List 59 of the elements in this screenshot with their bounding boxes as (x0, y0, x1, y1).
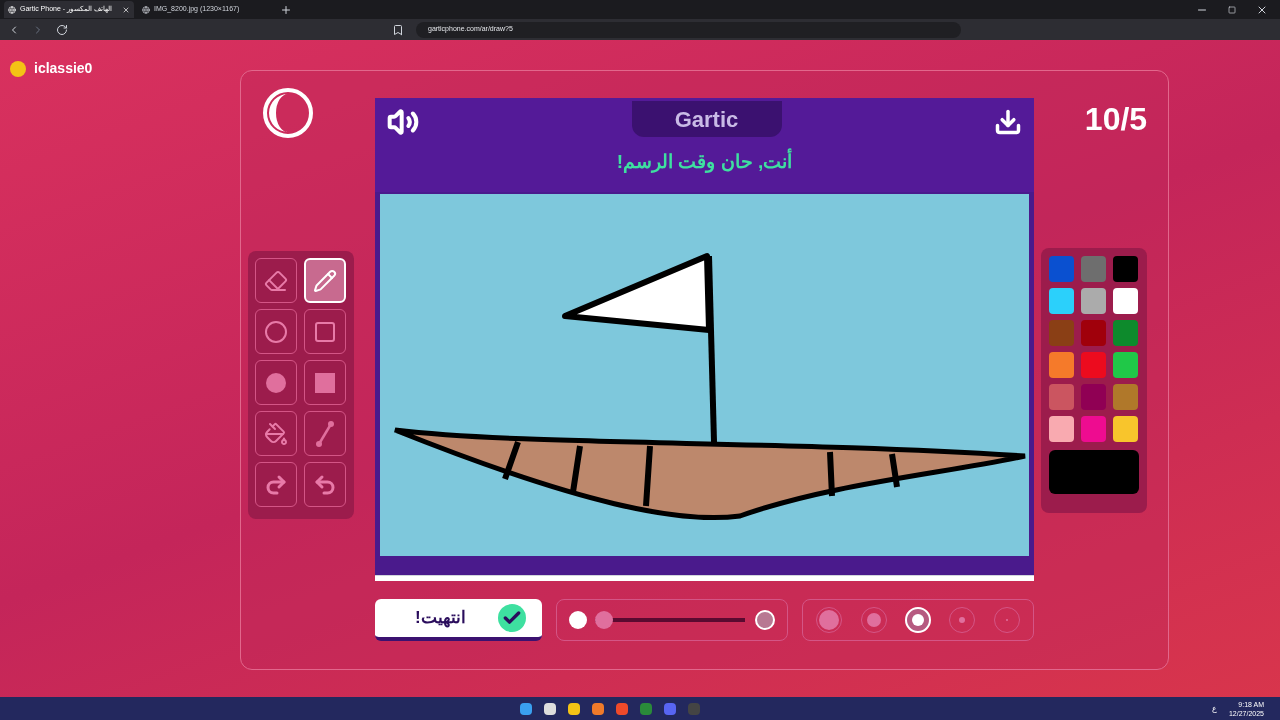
color-swatch[interactable] (1112, 352, 1138, 378)
color-swatch[interactable] (1080, 320, 1106, 346)
color-swatch[interactable] (1112, 288, 1138, 314)
color-swatch[interactable] (1112, 320, 1138, 346)
tool-button[interactable] (304, 309, 346, 354)
tool-button[interactable] (304, 360, 346, 405)
taskbar-app-icon[interactable] (591, 702, 604, 715)
line-icon (314, 419, 336, 448)
volume-icon[interactable] (387, 106, 419, 138)
new-tab-icon[interactable] (280, 3, 292, 16)
restore-icon[interactable] (1228, 5, 1236, 14)
slider-end-knob (755, 610, 775, 630)
eraser-icon (264, 268, 288, 293)
color-swatch[interactable] (1080, 384, 1106, 410)
username: iclassie0 (34, 59, 93, 78)
square-icon (313, 319, 337, 344)
taskbar-app-icon[interactable] (543, 702, 556, 715)
filled-square-icon (315, 372, 335, 393)
tool-button[interactable] (304, 411, 346, 456)
color-swatch[interactable] (1080, 288, 1106, 314)
drawing-canvas[interactable] (380, 194, 1029, 556)
pencil-icon (313, 268, 337, 293)
close-icon[interactable] (122, 5, 130, 14)
check-icon (498, 604, 526, 632)
tool-button[interactable] (255, 462, 297, 507)
color-swatch[interactable] (1048, 256, 1074, 282)
tool-button[interactable] (255, 258, 297, 303)
color-swatch[interactable] (1112, 384, 1138, 410)
reload-icon[interactable] (56, 23, 68, 36)
bookmark-icon[interactable] (392, 23, 404, 36)
tab-favicon-icon (8, 5, 16, 14)
download-icon[interactable] (994, 108, 1022, 136)
tool-button[interactable] (255, 309, 297, 354)
done-button[interactable]: انتهيت! (375, 599, 542, 641)
color-swatch[interactable] (1048, 416, 1074, 442)
prompt-text: أنت, حان وقت الرسم! (375, 148, 1034, 177)
color-swatch[interactable] (1080, 256, 1106, 282)
color-swatch[interactable] (1048, 288, 1074, 314)
opacity-slider[interactable] (595, 611, 747, 629)
timer-icon (262, 87, 314, 139)
circle-icon (264, 319, 288, 344)
taskbar-app-icon[interactable] (519, 702, 532, 715)
paint-bucket-icon (264, 421, 288, 446)
color-swatch[interactable] (1080, 416, 1106, 442)
color-swatch[interactable] (1048, 384, 1074, 410)
color-swatch[interactable] (1112, 256, 1138, 282)
tool-button[interactable] (304, 462, 346, 507)
color-swatch[interactable] (1048, 320, 1074, 346)
tab-favicon-icon (142, 5, 150, 14)
taskbar-app-icon[interactable] (567, 702, 580, 715)
color-swatch[interactable] (1048, 352, 1074, 378)
tool-button[interactable] (255, 411, 297, 456)
round-counter: 10/5 (1084, 100, 1148, 139)
color-swatch[interactable] (1112, 416, 1138, 442)
language-indicator[interactable]: ع (1211, 702, 1217, 715)
tool-button[interactable] (255, 360, 297, 405)
color-swatch[interactable] (1080, 352, 1106, 378)
logo: Gartic (674, 105, 739, 134)
user-avatar (10, 60, 26, 77)
